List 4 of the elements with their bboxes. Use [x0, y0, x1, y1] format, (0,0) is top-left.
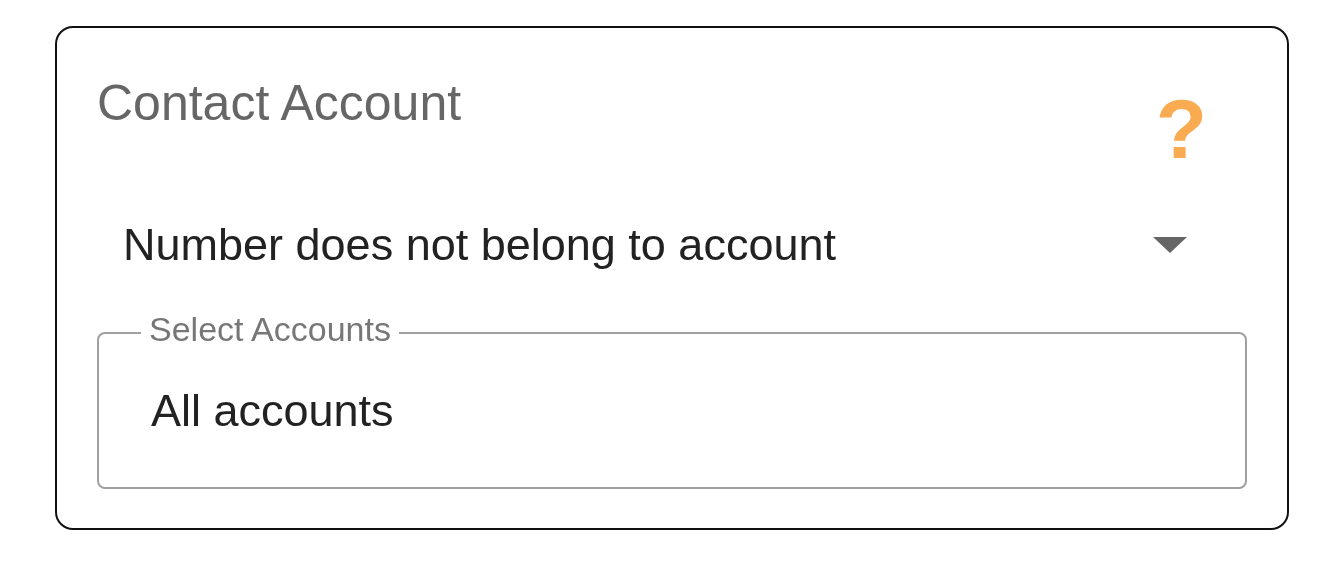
caret-icon: [1153, 237, 1187, 253]
dropdown[interactable]: Number does not belong to account: [97, 213, 1247, 277]
section-title: Contact Account: [97, 74, 462, 133]
field-value: All accounts: [151, 384, 394, 437]
